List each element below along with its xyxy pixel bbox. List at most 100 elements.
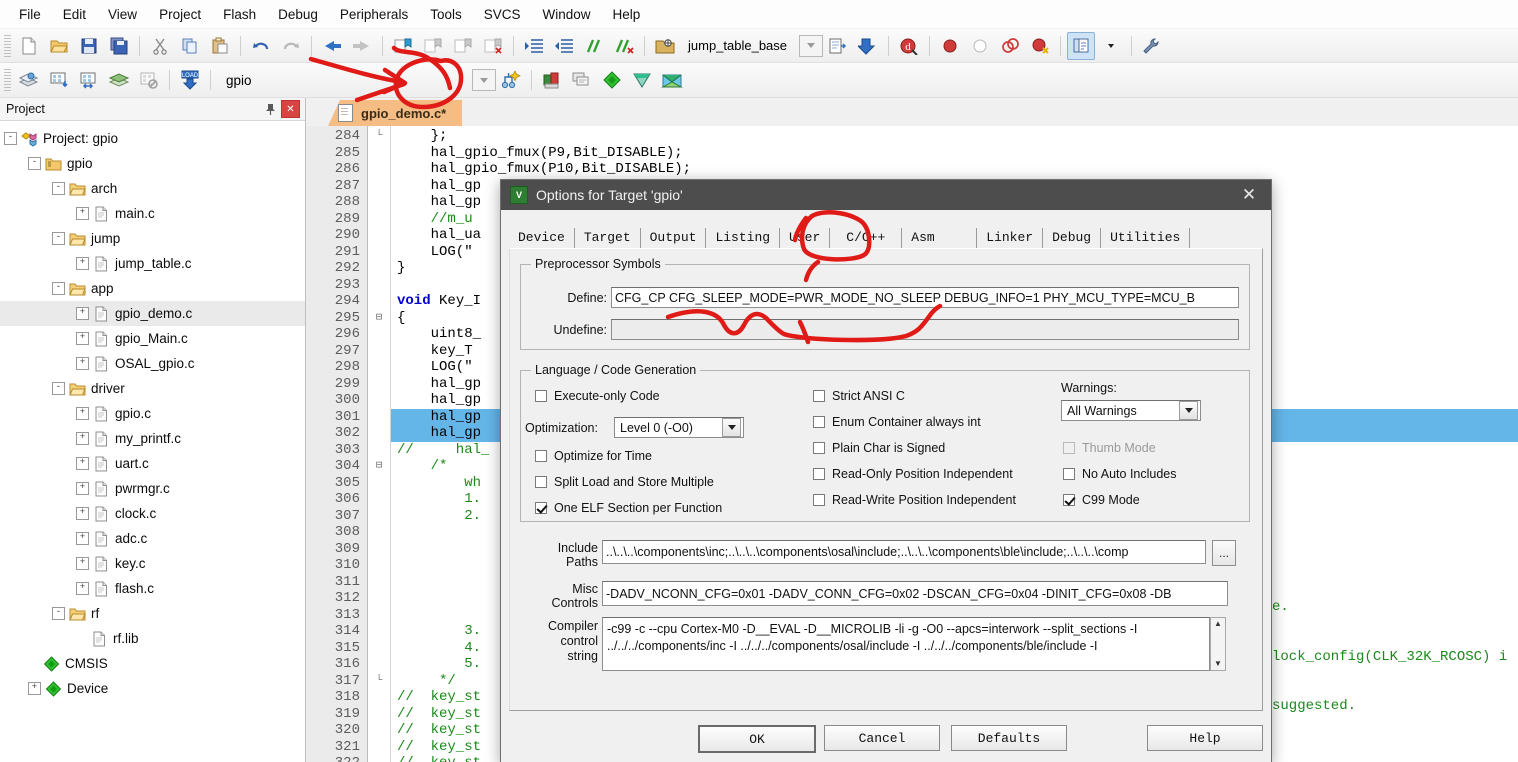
menu-flash[interactable]: Flash (212, 3, 267, 26)
redo-icon[interactable] (277, 32, 305, 60)
tree-item-main-c[interactable]: + main.c (0, 201, 305, 226)
collapse-toggle-icon[interactable]: - (4, 132, 17, 145)
fold-marker[interactable] (368, 491, 390, 508)
chevron-down-icon[interactable] (1179, 401, 1198, 420)
code-line[interactable]: hal_gpio_fmux(P10,Bit_DISABLE); (391, 161, 1518, 178)
new-file-icon[interactable] (15, 32, 43, 60)
fold-marker[interactable]: └ (368, 128, 390, 145)
translate-icon[interactable] (15, 66, 43, 94)
fold-marker[interactable] (368, 277, 390, 294)
expand-toggle-icon[interactable]: + (76, 407, 89, 420)
expand-toggle-icon[interactable]: + (76, 582, 89, 595)
manage-runtime-icon[interactable] (538, 66, 566, 94)
checkbox-split-load-store-multiple[interactable]: Split Load and Store Multiple (535, 475, 714, 489)
fold-marker[interactable] (368, 326, 390, 343)
tree-item-device[interactable]: + Device (0, 676, 305, 701)
cut-icon[interactable] (146, 32, 174, 60)
scroll-up-arrow-icon[interactable]: ▲ (1214, 618, 1222, 630)
tab-linker[interactable]: Linker (977, 228, 1043, 248)
outdent-icon[interactable] (550, 32, 578, 60)
tab-debug[interactable]: Debug (1043, 228, 1101, 248)
fold-marker[interactable] (368, 194, 390, 211)
fold-marker[interactable] (368, 706, 390, 723)
stop-build-icon[interactable] (135, 66, 163, 94)
fold-marker[interactable] (368, 211, 390, 228)
checkbox-read-only-position-independent[interactable]: Read-Only Position Independent (813, 467, 1013, 481)
scroll-down-arrow-icon[interactable]: ▼ (1214, 658, 1222, 670)
teal-diamond-icon[interactable] (628, 66, 656, 94)
expand-toggle-icon[interactable]: + (76, 207, 89, 220)
fold-marker[interactable] (368, 755, 390, 762)
fold-marker[interactable]: └ (368, 673, 390, 690)
toolbar-grip[interactable] (4, 69, 11, 91)
checkbox-one-elf-section-per-function[interactable]: One ELF Section per Function (535, 501, 722, 515)
bookmark-prev-icon[interactable] (419, 32, 447, 60)
navigate-back-icon[interactable] (318, 32, 346, 60)
tree-item-pwrmgr-c[interactable]: + pwrmgr.c (0, 476, 305, 501)
save-icon[interactable] (75, 32, 103, 60)
warnings-select[interactable]: All Warnings (1061, 400, 1201, 421)
fold-marker[interactable] (368, 227, 390, 244)
define-input[interactable]: CFG_CP CFG_SLEEP_MODE=PWR_MODE_NO_SLEEP … (611, 287, 1239, 308)
menu-window[interactable]: Window (531, 3, 601, 26)
green-diamond-icon[interactable] (598, 66, 626, 94)
tree-item-arch[interactable]: - arch (0, 176, 305, 201)
fold-marker[interactable] (368, 145, 390, 162)
tree-item-driver[interactable]: - driver (0, 376, 305, 401)
code-fold-column[interactable]: └ ⊟ ⊟ └ (368, 126, 391, 762)
project-tree[interactable]: - Project: gpio - gpio - arch + main.c - jump + jum… (0, 121, 305, 762)
uncomment-icon[interactable] (610, 32, 638, 60)
disable-breakpoint-icon[interactable] (966, 32, 994, 60)
target-options-icon[interactable] (651, 32, 679, 60)
save-all-icon[interactable] (105, 32, 133, 60)
checkbox-read-write-position-independent[interactable]: Read-Write Position Independent (813, 493, 1016, 507)
tree-item-app[interactable]: - app (0, 276, 305, 301)
help-button[interactable]: Help (1147, 725, 1263, 751)
checkbox-execute-only-code[interactable]: Execute-only Code (535, 389, 660, 403)
target-dropdown[interactable] (799, 35, 823, 57)
optimization-select[interactable]: Level 0 (-O0) (614, 417, 744, 438)
kill-all-breakpoints-icon[interactable] (996, 32, 1024, 60)
fold-marker[interactable] (368, 376, 390, 393)
fold-marker[interactable] (368, 557, 390, 574)
expand-toggle-icon[interactable]: + (76, 507, 89, 520)
tree-item-flash-c[interactable]: + flash.c (0, 576, 305, 601)
collapse-toggle-icon[interactable]: - (52, 382, 65, 395)
menu-debug[interactable]: Debug (267, 3, 329, 26)
tree-item-gpio-main-c[interactable]: + gpio_Main.c (0, 326, 305, 351)
tab-user[interactable]: User (780, 228, 830, 248)
fold-marker[interactable] (368, 656, 390, 673)
expand-toggle-icon[interactable]: + (76, 257, 89, 270)
tree-item-rf-lib[interactable]: rf.lib (0, 626, 305, 651)
build-target-dropdown[interactable] (472, 69, 496, 91)
copy-icon[interactable] (176, 32, 204, 60)
fold-marker[interactable] (368, 409, 390, 426)
fold-marker[interactable] (368, 689, 390, 706)
include-paths-input[interactable]: ..\..\..\components\inc;..\..\..\compone… (602, 540, 1206, 564)
collapse-toggle-icon[interactable]: - (52, 182, 65, 195)
tab-utilities[interactable]: Utilities (1101, 228, 1190, 248)
tab-listing[interactable]: Listing (706, 228, 780, 248)
project-window-dropdown[interactable] (1097, 32, 1125, 60)
project-window-icon[interactable] (1067, 32, 1095, 60)
fold-marker[interactable] (368, 541, 390, 558)
rebuild-icon[interactable] (75, 66, 103, 94)
checkbox-plain-char-is-signed[interactable]: Plain Char is Signed (813, 441, 945, 455)
pack-installer-icon[interactable] (658, 66, 686, 94)
code-line[interactable]: }; (391, 128, 1518, 145)
paste-icon[interactable] (206, 32, 234, 60)
bookmark-next-icon[interactable] (449, 32, 477, 60)
debug-session-icon[interactable]: d (895, 32, 923, 60)
expand-toggle-icon[interactable]: + (76, 432, 89, 445)
fold-marker[interactable] (368, 442, 390, 459)
tab-device[interactable]: Device (509, 228, 575, 248)
checkbox-optimize-for-time[interactable]: Optimize for Time (535, 449, 652, 463)
tab-output[interactable]: Output (641, 228, 707, 248)
cancel-button[interactable]: Cancel (824, 725, 940, 751)
fold-marker[interactable] (368, 607, 390, 624)
tree-item-my-printf-c[interactable]: + my_printf.c (0, 426, 305, 451)
tree-item-gpio-c[interactable]: + gpio.c (0, 401, 305, 426)
menu-file[interactable]: File (8, 3, 52, 26)
tree-item-jump[interactable]: - jump (0, 226, 305, 251)
ok-button[interactable]: OK (698, 725, 816, 753)
